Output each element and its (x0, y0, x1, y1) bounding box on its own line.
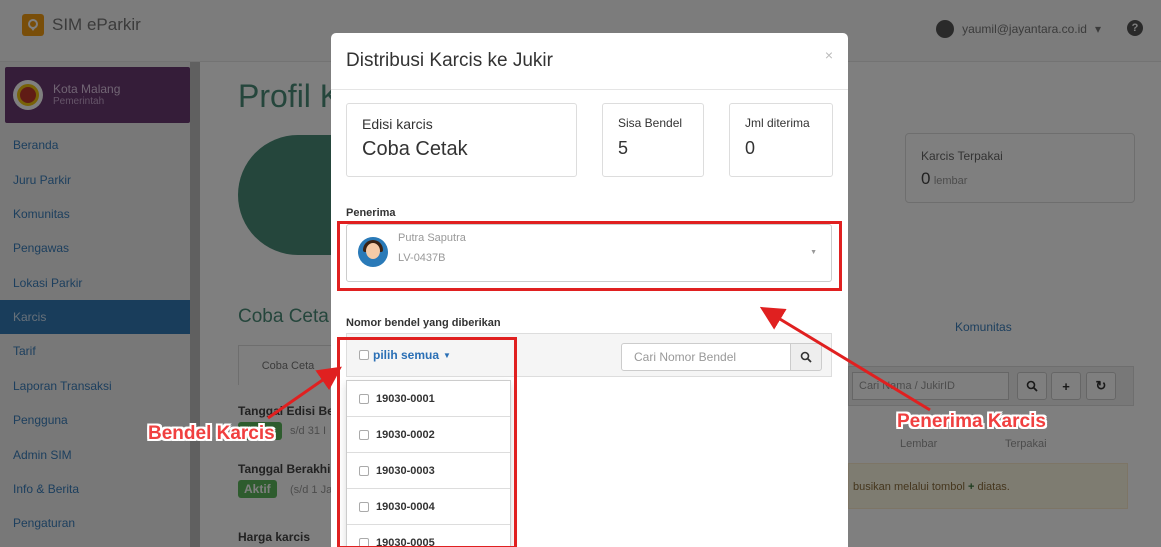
penerima-karcis-callout: Penerima Karcis (897, 411, 1046, 432)
penerima-arrow (759, 306, 931, 412)
annotation-arrows (267, 306, 931, 420)
bendel-karcis-callout: Bendel Karcis (148, 423, 275, 444)
bendel-arrow (267, 366, 342, 420)
